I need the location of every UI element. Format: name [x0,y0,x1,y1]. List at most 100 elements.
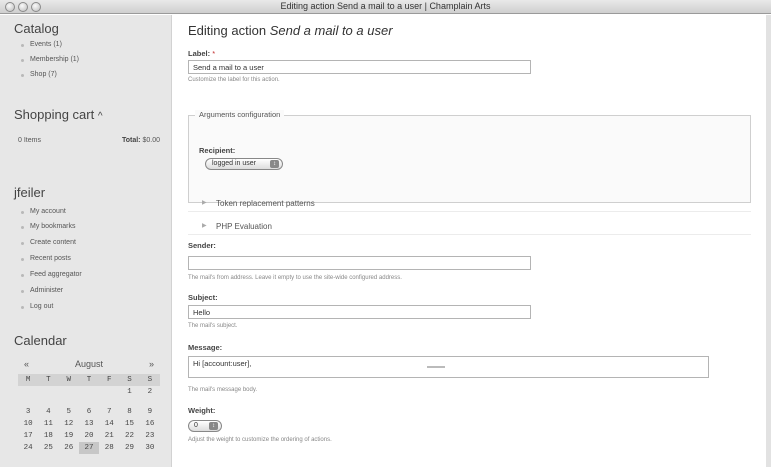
message-textarea[interactable]: Hi [account:user], [188,356,709,378]
calendar-day[interactable]: 17 [18,430,38,442]
calendar-day[interactable]: 22 [119,430,139,442]
calendar-day[interactable]: 11 [38,418,58,430]
label-input[interactable] [188,60,531,74]
calendar-weekday: F [99,374,120,386]
window-titlebar: Editing action Send a mail to a user | C… [0,0,771,14]
weight-select[interactable]: 0 ↕ [188,420,222,432]
calendar-day[interactable]: 26 [59,442,79,454]
php-evaluation-label: PHP Evaluation [216,222,272,231]
recipient-label: Recipient: [199,146,236,155]
calendar-day[interactable]: 16 [140,418,160,430]
message-label: Message: [188,343,223,352]
weight-description: Adjust the weight to customize the order… [188,437,332,443]
calendar-day[interactable]: 23 [140,430,160,442]
user-menu-feed-aggregator[interactable]: Feed aggregator [20,271,82,278]
calendar-weekday: T [78,374,100,386]
calendar-day [59,386,79,398]
subject-input[interactable] [188,305,531,319]
cart-items-count: 0 Items [18,137,41,144]
label-field-label-text: Label: [188,49,211,58]
calendar-month-label: August [74,359,104,369]
page-title: Editing action Send a mail to a user [188,23,393,38]
calendar-day[interactable]: 28 [99,442,119,454]
textarea-resize-grip[interactable] [427,366,445,368]
user-menu-administer[interactable]: Administer [20,287,63,294]
calendar-day[interactable]: 18 [38,430,58,442]
calendar-weekday: S [139,374,160,386]
calendar-week-row: 10 11 12 13 14 15 16 [18,418,160,430]
calendar-weekday: W [58,374,79,386]
sender-label: Sender: [188,241,216,250]
calendar-day[interactable]: 7 [99,406,119,418]
main-content: Editing action Send a mail to a user Lab… [172,15,771,467]
calendar-day-today[interactable]: 27 [78,442,100,454]
calendar-weekday-row: M T W T F S S [18,374,160,386]
calendar-day[interactable]: 2 [140,386,160,398]
select-arrows-icon: ↕ [270,160,279,168]
calendar-week-row: 1 2 [18,386,160,398]
cart-total: Total: $0.00 [122,137,160,144]
user-menu-my-account[interactable]: My account [20,208,66,215]
cart-toggle-icon[interactable]: ^ [98,111,103,122]
calendar-day [38,386,58,398]
label-field-label: Label: * [188,49,215,58]
arguments-legend: Arguments configuration [195,110,285,119]
calendar-day[interactable]: 30 [140,442,160,454]
weight-select-value: 0 [194,422,198,429]
window-title: Editing action Send a mail to a user | C… [280,1,491,11]
calendar-day[interactable]: 10 [18,418,38,430]
shopping-cart-title-text: Shopping cart [14,107,95,122]
user-menu-log-out[interactable]: Log out [20,303,53,310]
collapse-arrow-icon: ▶ [202,223,207,229]
cart-total-label: Total: [121,137,141,144]
page-title-prefix: Editing action [188,23,267,38]
calendar-weekday: T [38,374,59,386]
calendar-day[interactable]: 20 [79,430,99,442]
calendar-week-row: 3 4 5 6 7 8 9 [18,406,160,418]
calendar-day[interactable]: 5 [59,406,79,418]
calendar-day[interactable]: 6 [79,406,99,418]
message-description: The mail's message body. [188,387,258,393]
calendar-day[interactable]: 19 [59,430,79,442]
calendar-day[interactable]: 14 [99,418,119,430]
recipient-select[interactable]: logged in user ↕ [205,158,283,170]
user-menu-my-bookmarks[interactable]: My bookmarks [20,223,76,230]
collapse-arrow-icon: ▶ [202,200,207,206]
calendar-header: « August » [18,359,160,371]
calendar-week-row: 17 18 19 20 21 22 23 [18,430,160,442]
weight-label: Weight: [188,406,216,415]
token-patterns-label: Token replacement patterns [216,199,315,208]
calendar-day[interactable]: 4 [38,406,58,418]
php-evaluation-toggle[interactable]: ▶ PHP Evaluation [188,219,751,235]
catalog-item-shop[interactable]: Shop (7) [20,71,57,78]
calendar-day[interactable]: 1 [119,386,139,398]
calendar-day[interactable]: 24 [18,442,38,454]
calendar-day [79,386,99,398]
recipient-select-value: logged in user [212,160,256,167]
user-menu-create-content[interactable]: Create content [20,239,76,246]
calendar-day[interactable]: 8 [119,406,139,418]
calendar-day[interactable]: 3 [18,406,38,418]
vertical-scrollbar[interactable] [766,15,771,467]
calendar-day[interactable]: 12 [59,418,79,430]
shopping-cart-title: Shopping cart ^ [14,107,103,122]
calendar-day [18,386,38,398]
calendar-day[interactable]: 9 [140,406,160,418]
label-description: Customize the label for this action. [188,77,280,83]
calendar-day[interactable]: 21 [99,430,119,442]
sender-input[interactable] [188,256,531,270]
sender-description: The mail's from address. Leave it empty … [188,275,402,281]
page-title-action-name: Send a mail to a user [269,23,393,38]
calendar-day[interactable]: 15 [119,418,139,430]
calendar-day[interactable]: 13 [79,418,99,430]
calendar-day[interactable]: 25 [38,442,58,454]
user-menu-recent-posts[interactable]: Recent posts [20,255,71,262]
calendar-next-month-button[interactable]: » [149,359,154,369]
catalog-item-events[interactable]: Events (1) [20,41,62,48]
select-arrows-icon: ↕ [209,422,218,430]
catalog-block-title: Catalog [14,21,59,36]
catalog-item-membership[interactable]: Membership (1) [20,56,79,63]
calendar-weekday: M [18,374,39,386]
token-patterns-toggle[interactable]: ▶ Token replacement patterns [188,196,751,212]
calendar-day[interactable]: 29 [119,442,139,454]
